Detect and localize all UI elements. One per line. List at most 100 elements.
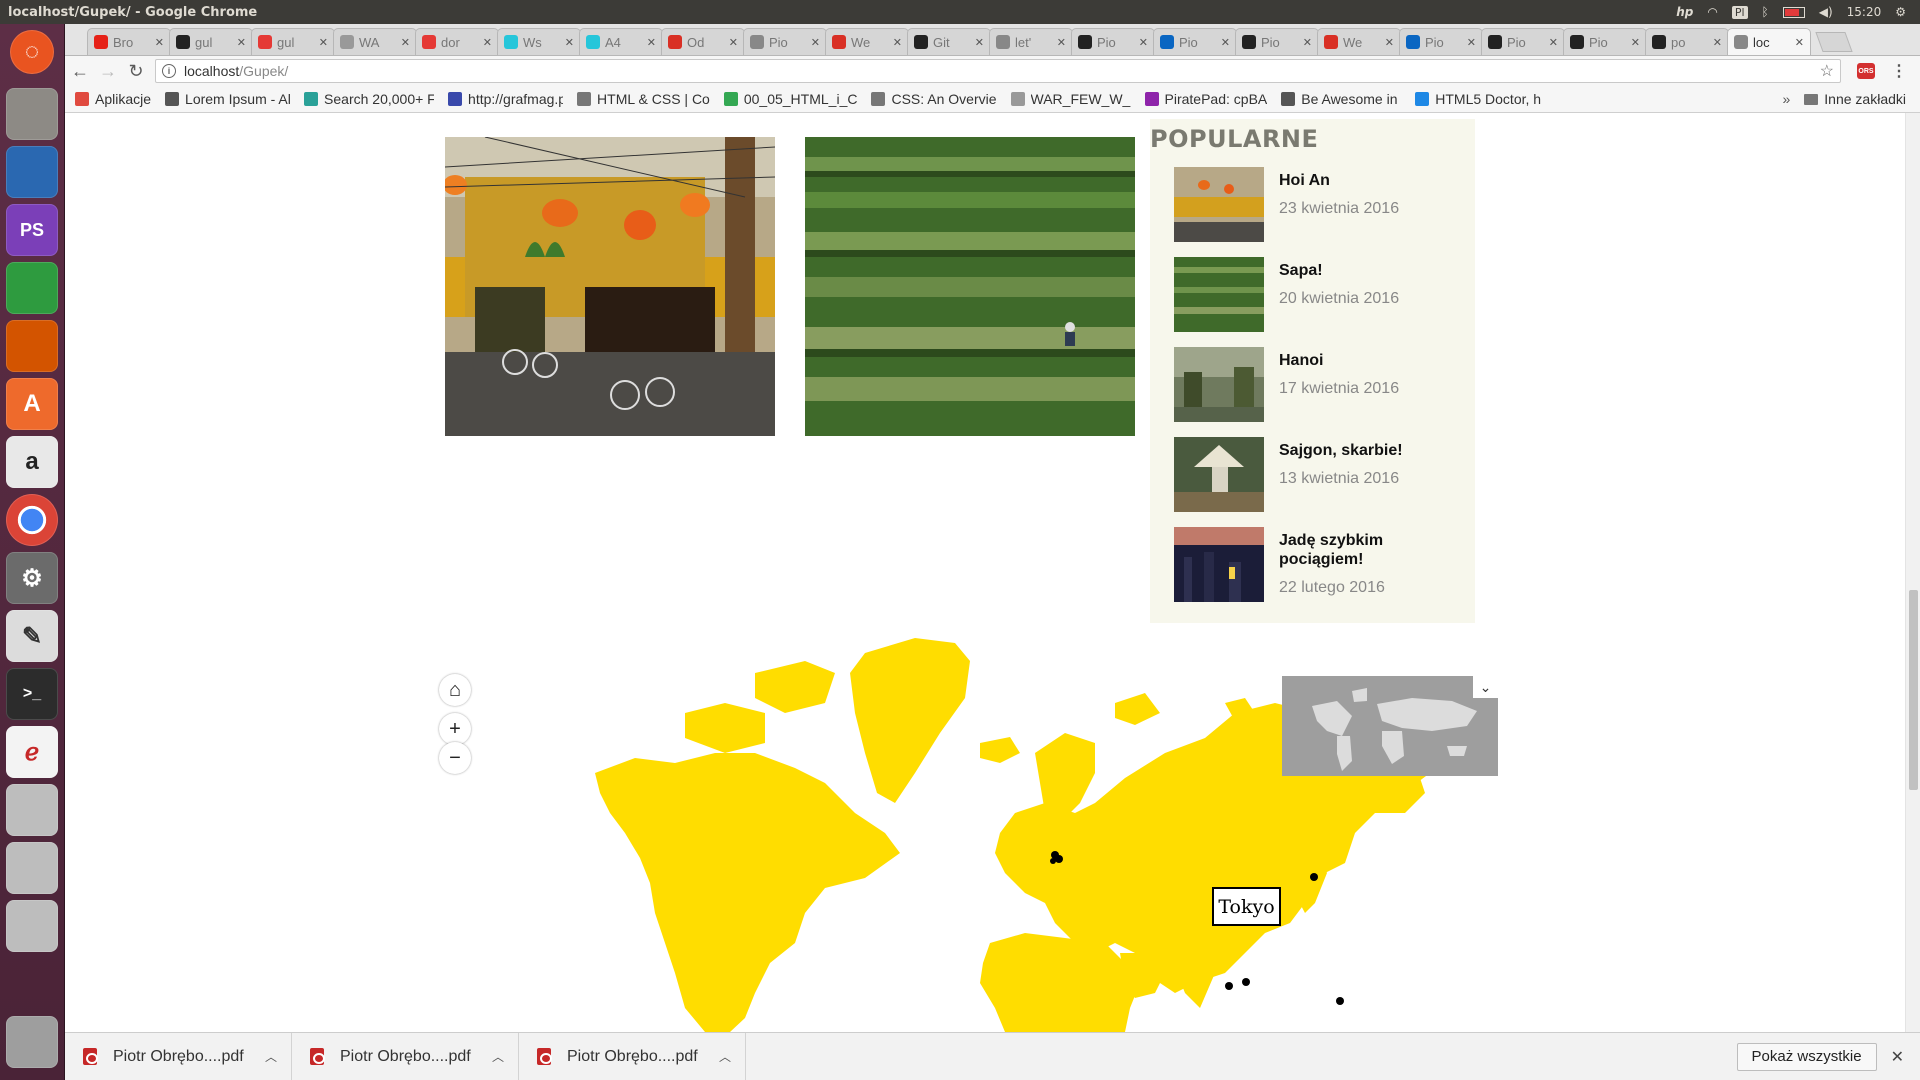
tab-close-icon[interactable]: ✕ (893, 36, 902, 49)
info-icon[interactable]: i (162, 64, 176, 78)
map-zoom-out-button[interactable]: − (439, 742, 471, 774)
browser-tab[interactable]: WA ✕ (333, 28, 417, 55)
browser-tab[interactable]: Pio ✕ (1153, 28, 1237, 55)
overview-toggle-button[interactable]: ⌄ (1473, 676, 1498, 698)
tab-close-icon[interactable]: ✕ (1549, 36, 1558, 49)
libreoffice-calc-icon[interactable] (6, 262, 58, 314)
browser-tab[interactable]: Od ✕ (661, 28, 745, 55)
tab-close-icon[interactable]: ✕ (1139, 36, 1148, 49)
keyboard-layout-indicator[interactable]: Pl (1731, 5, 1748, 19)
tab-close-icon[interactable]: ✕ (1303, 36, 1312, 49)
download-item[interactable]: Piotr Obrębo....pdf ︿ (519, 1032, 746, 1080)
browser-tab[interactable]: Pio ✕ (1481, 28, 1565, 55)
tab-close-icon[interactable]: ✕ (647, 36, 656, 49)
drive-icon[interactable] (6, 900, 58, 952)
bookmark-item[interactable]: Be Awesome in I (1281, 91, 1401, 107)
evince-icon[interactable]: ℯ (6, 726, 58, 778)
trash-icon[interactable] (6, 1016, 58, 1068)
drive-icon[interactable] (6, 784, 58, 836)
forward-arrow-icon[interactable]: → (95, 58, 121, 84)
bookmark-item[interactable]: HTML5 Doctor, h (1415, 91, 1541, 107)
phpstorm-icon[interactable]: PS (6, 204, 58, 256)
bookmark-item[interactable]: http://grafmag.p (448, 91, 563, 107)
bookmark-star-icon[interactable]: ☆ (1820, 61, 1834, 81)
show-all-downloads-button[interactable]: Pokaż wszystkie (1736, 1042, 1877, 1071)
tab-close-icon[interactable]: ✕ (1713, 36, 1722, 49)
map-marker[interactable] (1336, 997, 1344, 1005)
caret-up-icon[interactable]: ︿ (719, 1048, 731, 1065)
other-bookmarks-folder[interactable]: Inne zakładki (1804, 91, 1906, 107)
bookmark-item[interactable]: Aplikacje (75, 91, 151, 107)
bookmark-item[interactable]: WAR_FEW_W_13 (1010, 91, 1131, 107)
bookmarks-overflow-button[interactable]: » (1782, 91, 1790, 107)
caret-up-icon[interactable]: ︿ (265, 1048, 277, 1065)
reload-icon[interactable]: ↻ (123, 58, 149, 84)
map-marker[interactable] (1055, 855, 1063, 863)
system-settings-icon[interactable]: ⚙ (6, 552, 58, 604)
bookmark-item[interactable]: Lorem Ipsum - Al (165, 91, 290, 107)
map-marker[interactable] (1050, 858, 1056, 864)
tab-close-icon[interactable]: ✕ (1467, 36, 1476, 49)
chrome-icon[interactable] (6, 494, 58, 546)
map-marker[interactable] (1242, 978, 1250, 986)
map-overview[interactable] (1282, 676, 1498, 776)
browser-tab[interactable]: We ✕ (825, 28, 909, 55)
tab-close-icon[interactable]: ✕ (1221, 36, 1230, 49)
map-marker[interactable] (1310, 873, 1318, 881)
tab-close-icon[interactable]: ✕ (401, 36, 410, 49)
download-item[interactable]: Piotr Obrębo....pdf ︿ (292, 1032, 519, 1080)
tab-close-icon[interactable]: ✕ (811, 36, 820, 49)
bookmark-item[interactable]: Search 20,000+ F (304, 91, 434, 107)
tab-active[interactable]: loc ✕ (1727, 28, 1811, 55)
tab-close-icon[interactable]: ✕ (155, 36, 164, 49)
chrome-menu-icon[interactable]: ⋮ (1891, 61, 1907, 81)
map-home-button[interactable]: ⌂ (439, 674, 471, 706)
caret-up-icon[interactable]: ︿ (492, 1048, 504, 1065)
tab-close-icon[interactable]: ✕ (1795, 36, 1804, 49)
tab-close-icon[interactable]: ✕ (1385, 36, 1394, 49)
settings-gear-icon[interactable]: ⚙ (1895, 5, 1906, 19)
files-icon[interactable] (6, 88, 58, 140)
browser-tab[interactable]: gul ✕ (169, 28, 253, 55)
browser-tab[interactable]: A4 ✕ (579, 28, 663, 55)
browser-tab[interactable]: Pio ✕ (1235, 28, 1319, 55)
browser-tab[interactable]: gul ✕ (251, 28, 335, 55)
extension-icon[interactable]: ORS (1857, 63, 1875, 79)
browser-tab[interactable]: Pio ✕ (1399, 28, 1483, 55)
close-icon[interactable]: ✕ (1891, 1047, 1904, 1067)
volume-icon[interactable]: ◀) (1819, 5, 1833, 19)
libreoffice-writer-icon[interactable] (6, 146, 58, 198)
map-marker[interactable] (1225, 982, 1233, 990)
bookmark-item[interactable]: CSS: An Overvie (871, 91, 997, 107)
tab-close-icon[interactable]: ✕ (1057, 36, 1066, 49)
page-scrollbar[interactable] (1905, 113, 1920, 1032)
browser-tab[interactable]: dor ✕ (415, 28, 499, 55)
browser-tab[interactable]: po ✕ (1645, 28, 1729, 55)
clock[interactable]: 15:20 (1847, 5, 1882, 19)
tab-close-icon[interactable]: ✕ (1631, 36, 1640, 49)
browser-tab[interactable]: We ✕ (1317, 28, 1401, 55)
download-item[interactable]: Piotr Obrębo....pdf ︿ (65, 1032, 292, 1080)
map-zoom-in-button[interactable]: + (439, 713, 471, 745)
amazon-icon[interactable]: a (6, 436, 58, 488)
browser-tab[interactable]: Git ✕ (907, 28, 991, 55)
address-bar[interactable]: i localhost /Gupek/ ☆ (155, 59, 1841, 83)
bookmark-item[interactable]: PiratePad: cpBA (1144, 91, 1267, 107)
tab-close-icon[interactable]: ✕ (975, 36, 984, 49)
browser-tab[interactable]: Pio ✕ (1071, 28, 1155, 55)
wifi-icon[interactable]: ◠ (1707, 5, 1717, 19)
tab-close-icon[interactable]: ✕ (565, 36, 574, 49)
new-tab-button[interactable] (1815, 32, 1853, 52)
software-center-icon[interactable]: A (6, 378, 58, 430)
bookmark-item[interactable]: HTML & CSS | Co (577, 91, 710, 107)
tab-close-icon[interactable]: ✕ (237, 36, 246, 49)
drive-icon[interactable] (6, 842, 58, 894)
world-map[interactable] (65, 113, 1905, 1032)
browser-tab[interactable]: Pio ✕ (1563, 28, 1647, 55)
scrollbar-thumb[interactable] (1909, 590, 1918, 790)
dash-ubuntu-icon[interactable]: ◌ (10, 30, 54, 74)
hp-icon[interactable]: hp (1676, 5, 1693, 19)
libreoffice-impress-icon[interactable] (6, 320, 58, 372)
bluetooth-icon[interactable]: ᛒ (1762, 5, 1769, 19)
text-editor-icon[interactable]: ✎ (6, 610, 58, 662)
